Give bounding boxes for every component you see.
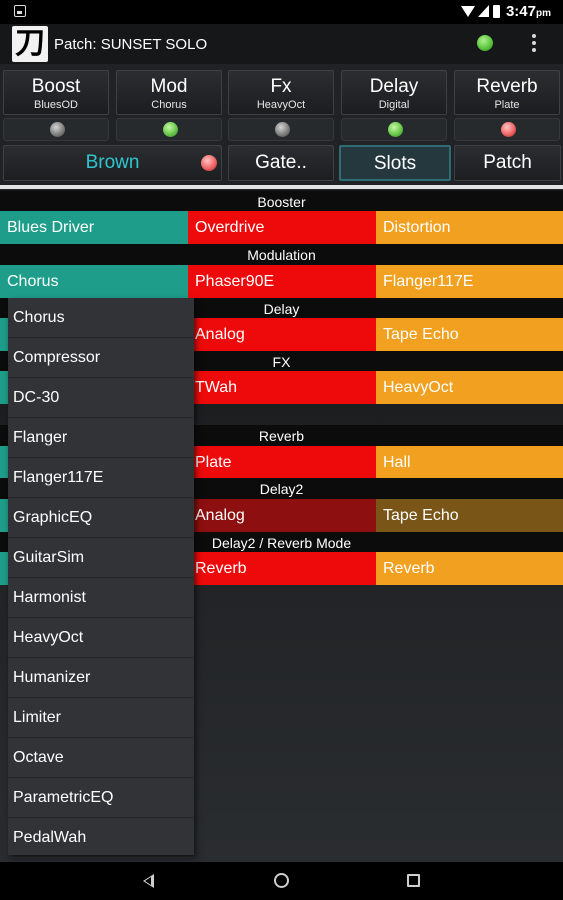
gate-button[interactable]: Gate.. bbox=[228, 145, 334, 181]
reverb-led-icon bbox=[501, 122, 516, 137]
dropdown-item-pedalwah[interactable]: PedalWah bbox=[8, 818, 194, 858]
signal-icon bbox=[478, 5, 489, 17]
fx-slot-strip bbox=[0, 371, 8, 404]
dropdown-item-heavyoct[interactable]: HeavyOct bbox=[8, 618, 194, 658]
clock-suffix: pm bbox=[536, 8, 551, 19]
mod-led-icon bbox=[163, 122, 178, 137]
fx-block-name: Fx bbox=[270, 76, 292, 97]
delay2-slot-strip bbox=[0, 499, 8, 532]
dropdown-item-chorus[interactable]: Chorus bbox=[8, 298, 194, 338]
connection-status-led bbox=[477, 35, 493, 51]
slot-hall[interactable]: Hall bbox=[376, 446, 563, 479]
section-label-modulation: Modulation bbox=[0, 244, 563, 266]
mod-block-type: Chorus bbox=[151, 99, 187, 111]
mode-slot-strip bbox=[0, 552, 8, 585]
mod-toggle[interactable] bbox=[116, 118, 222, 141]
delay-slot-strip bbox=[0, 318, 8, 351]
dropdown-item-flanger[interactable]: Flanger bbox=[8, 418, 194, 458]
dropdown-item-guitarsim[interactable]: GuitarSim bbox=[8, 538, 194, 578]
notification-icon bbox=[14, 5, 26, 17]
boost-block-type: BluesOD bbox=[33, 99, 79, 111]
mod-block-name: Mod bbox=[150, 76, 188, 97]
dropdown-item-dc30[interactable]: DC-30 bbox=[8, 378, 194, 418]
slot-plate[interactable]: Plate bbox=[188, 446, 376, 479]
slot-phaser90e[interactable]: Phaser90E bbox=[188, 265, 376, 298]
status-bar: 3:47pm bbox=[0, 0, 563, 24]
battery-icon bbox=[493, 5, 500, 18]
navigation-bar bbox=[0, 862, 563, 900]
brown-label: Brown bbox=[85, 152, 140, 173]
dropdown-item-compressor[interactable]: Compressor bbox=[8, 338, 194, 378]
effect-dropdown: Chorus Compressor DC-30 Flanger Flanger1… bbox=[8, 298, 194, 858]
clock-time: 3:47 bbox=[505, 3, 536, 20]
boost-block-button[interactable]: Boost BluesOD bbox=[3, 70, 109, 115]
dropdown-item-octave[interactable]: Octave bbox=[8, 738, 194, 778]
reverb-toggle[interactable] bbox=[454, 118, 560, 141]
fx-block-type: HeavyOct bbox=[256, 99, 306, 111]
divider bbox=[0, 185, 563, 189]
reverb-slot-strip bbox=[0, 446, 8, 479]
app-logo: 刀 bbox=[12, 26, 48, 62]
slot-twah[interactable]: TWah bbox=[188, 371, 376, 404]
dropdown-item-parametriceq[interactable]: ParametricEQ bbox=[8, 778, 194, 818]
slot-mode-reverb-1[interactable]: Reverb bbox=[188, 552, 376, 585]
wifi-icon bbox=[461, 6, 475, 17]
delay-led-icon bbox=[388, 122, 403, 137]
slot-overdrive[interactable]: Overdrive bbox=[188, 211, 376, 244]
overflow-menu-icon[interactable] bbox=[532, 34, 538, 54]
slot-heavyoct[interactable]: HeavyOct bbox=[376, 371, 563, 404]
back-icon[interactable] bbox=[143, 874, 154, 888]
home-icon[interactable] bbox=[274, 873, 289, 888]
delay-block-name: Delay bbox=[369, 76, 419, 97]
slot-mode-reverb-2[interactable]: Reverb bbox=[376, 552, 563, 585]
delay-block-type: Digital bbox=[378, 99, 410, 111]
slot-blues-driver[interactable]: Blues Driver bbox=[0, 211, 188, 244]
dropdown-item-flanger117e[interactable]: Flanger117E bbox=[8, 458, 194, 498]
boost-led-icon bbox=[50, 122, 65, 137]
dropdown-item-harmonist[interactable]: Harmonist bbox=[8, 578, 194, 618]
fx-toggle[interactable] bbox=[228, 118, 334, 141]
dropdown-item-humanizer[interactable]: Humanizer bbox=[8, 658, 194, 698]
reverb-block-name: Reverb bbox=[476, 76, 538, 97]
boost-block-name: Boost bbox=[31, 76, 81, 97]
dropdown-item-limiter[interactable]: Limiter bbox=[8, 698, 194, 738]
status-icons bbox=[461, 5, 501, 19]
fx-block-button[interactable]: Fx HeavyOct bbox=[228, 70, 334, 115]
slot-flanger117e[interactable]: Flanger117E bbox=[376, 265, 563, 298]
patch-title: Patch: SUNSET SOLO bbox=[54, 36, 208, 53]
slot-delay2-tape-echo[interactable]: Tape Echo bbox=[376, 499, 563, 532]
mod-block-button[interactable]: Mod Chorus bbox=[116, 70, 222, 115]
fx-led-icon bbox=[275, 122, 290, 137]
slot-chorus[interactable]: Chorus bbox=[0, 265, 188, 298]
delay-block-button[interactable]: Delay Digital bbox=[341, 70, 447, 115]
slot-delay-analog[interactable]: Analog bbox=[188, 318, 376, 351]
delay-toggle[interactable] bbox=[341, 118, 447, 141]
slot-distortion[interactable]: Distortion bbox=[376, 211, 563, 244]
brown-led-icon bbox=[201, 155, 217, 171]
section-label-booster: Booster bbox=[0, 191, 563, 213]
slot-delay-tape-echo[interactable]: Tape Echo bbox=[376, 318, 563, 351]
slot-delay2-analog[interactable]: Analog bbox=[188, 499, 376, 532]
reverb-block-type: Plate bbox=[494, 99, 520, 111]
dropdown-item-graphiceq[interactable]: GraphicEQ bbox=[8, 498, 194, 538]
slots-tab[interactable]: Slots bbox=[339, 145, 451, 181]
reverb-block-button[interactable]: Reverb Plate bbox=[454, 70, 560, 115]
app-bar: 刀 Patch: SUNSET SOLO bbox=[0, 24, 563, 64]
clock: 3:47pm bbox=[506, 3, 551, 20]
boost-toggle[interactable] bbox=[3, 118, 109, 141]
recent-apps-icon[interactable] bbox=[407, 874, 420, 887]
patch-tab[interactable]: Patch bbox=[454, 145, 561, 181]
brown-amp-button[interactable]: Brown bbox=[3, 145, 222, 181]
